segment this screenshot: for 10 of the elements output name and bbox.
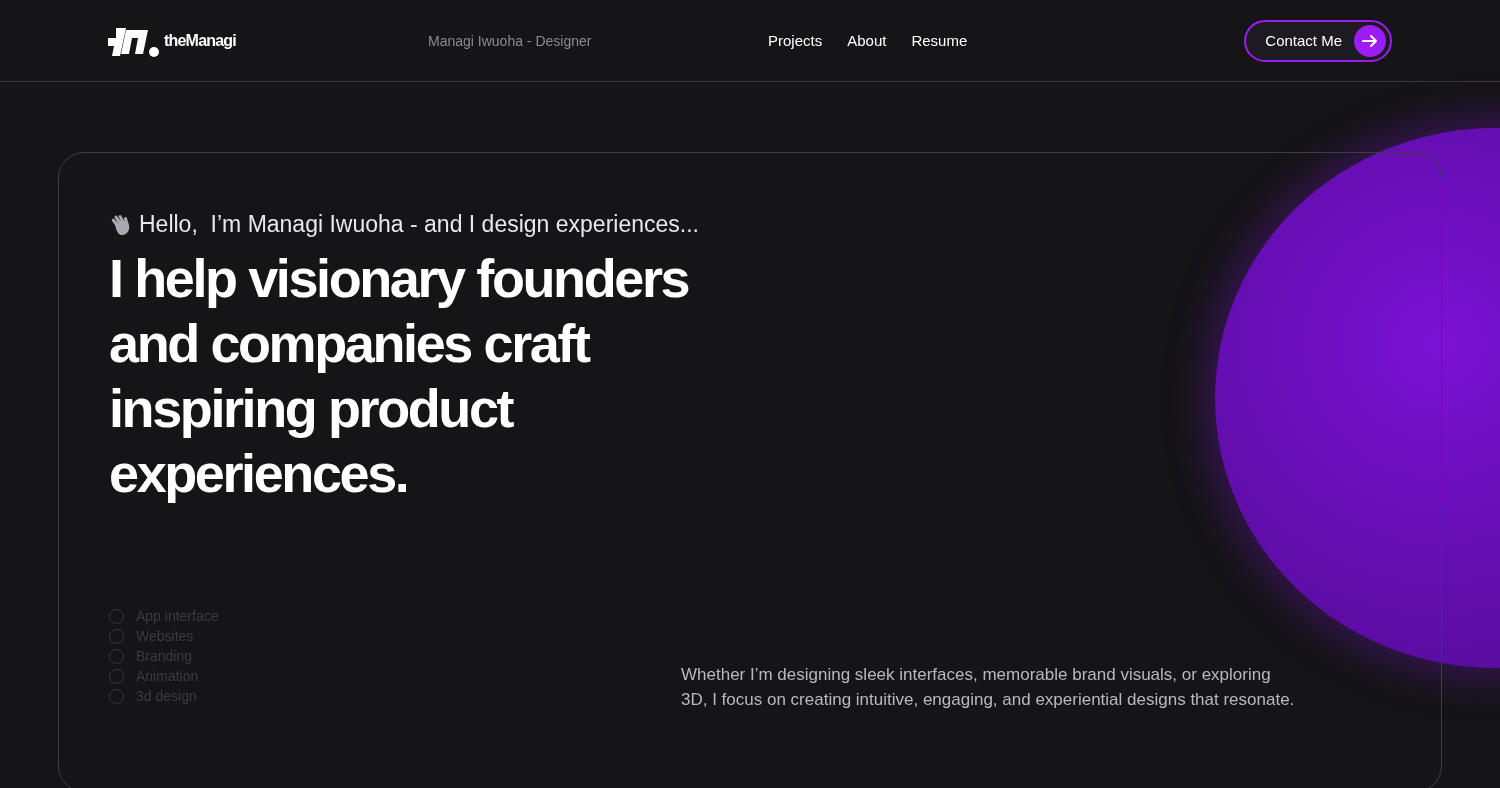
arrow-right-icon xyxy=(1354,24,1386,57)
contact-button[interactable]: Contact Me xyxy=(1244,19,1392,62)
nav-link[interactable]: About xyxy=(847,32,887,49)
headline: I help visionary founders and companies craft inspiring product experiences. xyxy=(109,247,690,505)
logo-text[interactable]: theManagi xyxy=(164,31,236,50)
nav-link[interactable]: Resume xyxy=(911,32,968,49)
tagline: Managi Iwuoha - Designer xyxy=(428,32,593,49)
description-text: Whether I’m designing sleek interfaces, memorable brand visuals, or exploring 3D, I focus on creating intuitive, engaging, and experiential designs that resonate. xyxy=(681,664,1296,711)
nav-link[interactable]: Projects xyxy=(768,32,823,49)
greeting-text: Hello, I’m Managi Iwuoha - and I design experiences... xyxy=(139,211,699,238)
